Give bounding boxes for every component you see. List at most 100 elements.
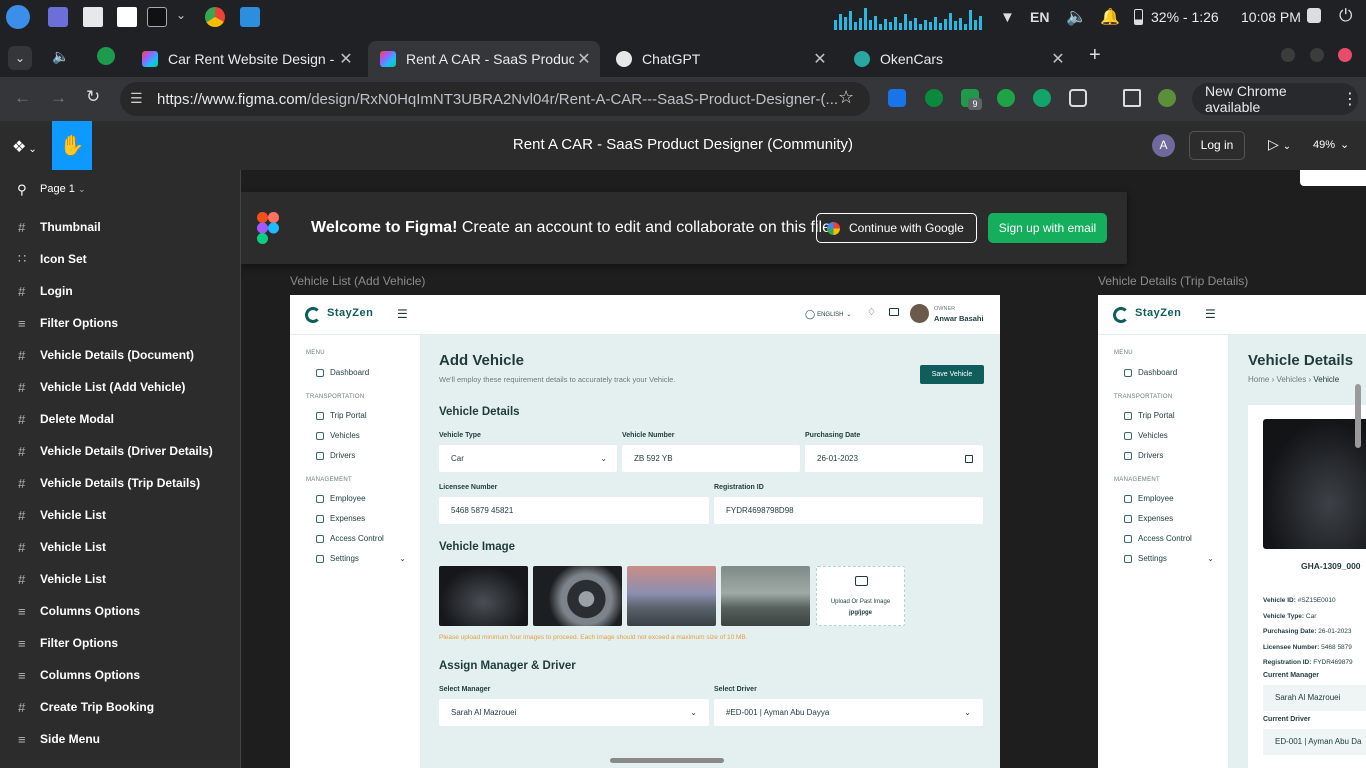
back-icon[interactable]: ← [14, 88, 31, 108]
vertical-scrollbar[interactable] [1355, 384, 1361, 448]
chrome-icon[interactable] [205, 7, 225, 27]
vehicle-photo[interactable] [627, 566, 716, 626]
nav-item-vehicles[interactable]: Vehicles [1124, 431, 1168, 440]
layer-item[interactable]: # Create Trip Booking [0, 691, 240, 723]
vehicle-photo[interactable] [1263, 419, 1366, 549]
layer-item[interactable]: ≡ Columns Options [0, 595, 240, 627]
nav-item-settings[interactable]: Settings ⌄ [1124, 554, 1214, 563]
licensee-number-field[interactable]: 5468 5879 45821 [439, 497, 709, 524]
layer-item[interactable]: # Delete Modal [0, 403, 240, 435]
figma-canvas[interactable]: Vehicle List (Add Vehicle) StayZen ☰ ◯ EN… [241, 170, 1366, 768]
extension-icon[interactable] [888, 89, 906, 107]
extension-icon[interactable] [997, 89, 1015, 107]
terminal-icon[interactable] [147, 7, 167, 27]
vehicle-number-field[interactable]: ZB 592 YB [622, 445, 800, 472]
nav-item-drivers[interactable]: Drivers [316, 451, 355, 460]
close-icon[interactable]: ✕ [336, 49, 356, 69]
chrome-update-button[interactable]: New Chrome available ⋮ [1192, 83, 1358, 115]
layer-item[interactable]: # Vehicle Details (Document) [0, 339, 240, 371]
mail-icon[interactable] [889, 308, 899, 316]
close-icon[interactable]: ✕ [1048, 49, 1068, 69]
nav-item-settings[interactable]: Settings ⌄ [316, 554, 406, 563]
maximize-icon[interactable] [1310, 48, 1324, 62]
volume-icon[interactable]: 🔈 [1066, 7, 1087, 27]
breadcrumb-home[interactable]: Home [1248, 375, 1269, 384]
tab-rent-a-car[interactable]: Rent A CAR - SaaS Product D ✕ [368, 41, 600, 77]
bell-icon[interactable]: ♢ [867, 307, 876, 318]
horizontal-scrollbar[interactable] [610, 758, 724, 763]
vehicle-photo[interactable] [439, 566, 528, 626]
continue-google-button[interactable]: Continue with Google [816, 213, 977, 243]
layer-item[interactable]: ≡ Side Menu [0, 723, 240, 755]
layer-item[interactable]: # Thumbnail [0, 211, 240, 243]
nav-item-expenses[interactable]: Expenses [316, 514, 365, 523]
login-button[interactable]: Log in [1189, 131, 1245, 160]
extensions-puzzle-icon[interactable] [1069, 89, 1087, 107]
extension-icon[interactable] [1033, 89, 1051, 107]
layer-item[interactable]: ∷ Icon Set [0, 243, 240, 275]
vehicle-type-select[interactable]: Car ⌄ [439, 445, 617, 472]
profile-avatar[interactable] [1158, 89, 1176, 107]
purchasing-date-field[interactable]: 26-01-2023 [805, 445, 983, 472]
signup-email-button[interactable]: Sign up with email [988, 213, 1107, 243]
frame-label[interactable]: Vehicle Details (Trip Details) [1098, 274, 1248, 288]
user-avatar[interactable]: A [1152, 134, 1175, 157]
clock[interactable]: 10:08 PM [1241, 9, 1301, 25]
menu-toggle-icon[interactable]: ☰ [1205, 307, 1216, 321]
nav-item-trip-portal[interactable]: Trip Portal [316, 411, 367, 420]
lock-icon[interactable] [1307, 8, 1321, 23]
nav-item-trip-portal[interactable]: Trip Portal [1124, 411, 1175, 420]
current-manager-field[interactable]: Sarah Al Mazrouei [1263, 685, 1366, 711]
nav-item-drivers[interactable]: Drivers [1124, 451, 1163, 460]
layer-item[interactable]: # Vehicle List (Add Vehicle) [0, 371, 240, 403]
nav-item-vehicles[interactable]: Vehicles [316, 431, 360, 440]
frame-label[interactable]: Vehicle List (Add Vehicle) [290, 274, 425, 288]
nav-item-dashboard[interactable]: Dashboard [316, 368, 369, 377]
tab-search-icon[interactable]: ⌄ [8, 46, 32, 70]
current-driver-field[interactable]: ED-001 | Ayman Abu Da [1263, 729, 1366, 755]
nav-item-access-control[interactable]: Access Control [316, 534, 384, 543]
nav-item-employee[interactable]: Employee [1124, 494, 1174, 503]
tab-okencars[interactable]: OkenCars ✕ [842, 41, 1074, 77]
minimize-icon[interactable] [1281, 48, 1295, 62]
pinned-tab-icon[interactable] [97, 47, 115, 65]
bookmark-star-icon[interactable]: ☆ [838, 87, 854, 108]
zoom-dropdown[interactable]: 49% ⌄ [1313, 138, 1349, 151]
vehicle-photo[interactable] [721, 566, 810, 626]
side-panel-icon[interactable] [1123, 89, 1141, 107]
document-icon[interactable] [117, 7, 137, 27]
close-icon[interactable]: ✕ [810, 49, 830, 69]
nav-item-expenses[interactable]: Expenses [1124, 514, 1173, 523]
language-indicator[interactable]: EN [1030, 9, 1049, 25]
speaker-icon[interactable]: 🔈 [52, 48, 69, 65]
reload-icon[interactable]: ↻ [86, 87, 100, 107]
nav-item-access-control[interactable]: Access Control [1124, 534, 1192, 543]
tab-chatgpt[interactable]: ChatGPT ✕ [604, 41, 836, 77]
search-icon[interactable]: ⚲ [17, 182, 27, 198]
close-window-icon[interactable] [1338, 48, 1352, 62]
driver-select[interactable]: #ED-001 | Ayman Abu Dayya ⌄ [714, 699, 983, 726]
wifi-icon[interactable]: ▼ [1000, 9, 1015, 26]
page-selector[interactable]: Page 1 ⌄ [40, 183, 85, 195]
avatar[interactable] [910, 304, 929, 323]
vehicle-photo[interactable] [533, 566, 622, 626]
layer-item[interactable]: ≡ Columns Options [0, 659, 240, 691]
files-icon[interactable] [83, 7, 103, 27]
nav-item-dashboard[interactable]: Dashboard [1124, 368, 1177, 377]
upload-image-dropzone[interactable]: Upload Or Past Image jpg/jpge [816, 566, 905, 626]
app-icon[interactable] [48, 7, 68, 27]
launcher-icon[interactable] [6, 5, 30, 29]
layer-item[interactable]: # Vehicle Details (Driver Details) [0, 435, 240, 467]
layer-item[interactable]: # Vehicle List [0, 531, 240, 563]
breadcrumb-vehicles[interactable]: Vehicles [1276, 375, 1306, 384]
present-play-icon[interactable]: ▷ ⌄ [1268, 136, 1291, 153]
notification-bell-icon[interactable]: 🔔 [1100, 7, 1120, 27]
new-tab-icon[interactable]: + [1089, 44, 1101, 67]
power-icon[interactable]: ⏻ [1339, 6, 1352, 26]
layer-item[interactable]: ≡ Filter Options [0, 307, 240, 339]
site-info-icon[interactable]: ☰ [130, 90, 143, 107]
nav-item-employee[interactable]: Employee [316, 494, 366, 503]
address-bar[interactable]: ☰ https://www.figma.com/design/RxN0HqImN… [120, 82, 870, 116]
layer-item[interactable]: # Vehicle Details (Trip Details) [0, 467, 240, 499]
layer-item[interactable]: # Vehicle List [0, 499, 240, 531]
